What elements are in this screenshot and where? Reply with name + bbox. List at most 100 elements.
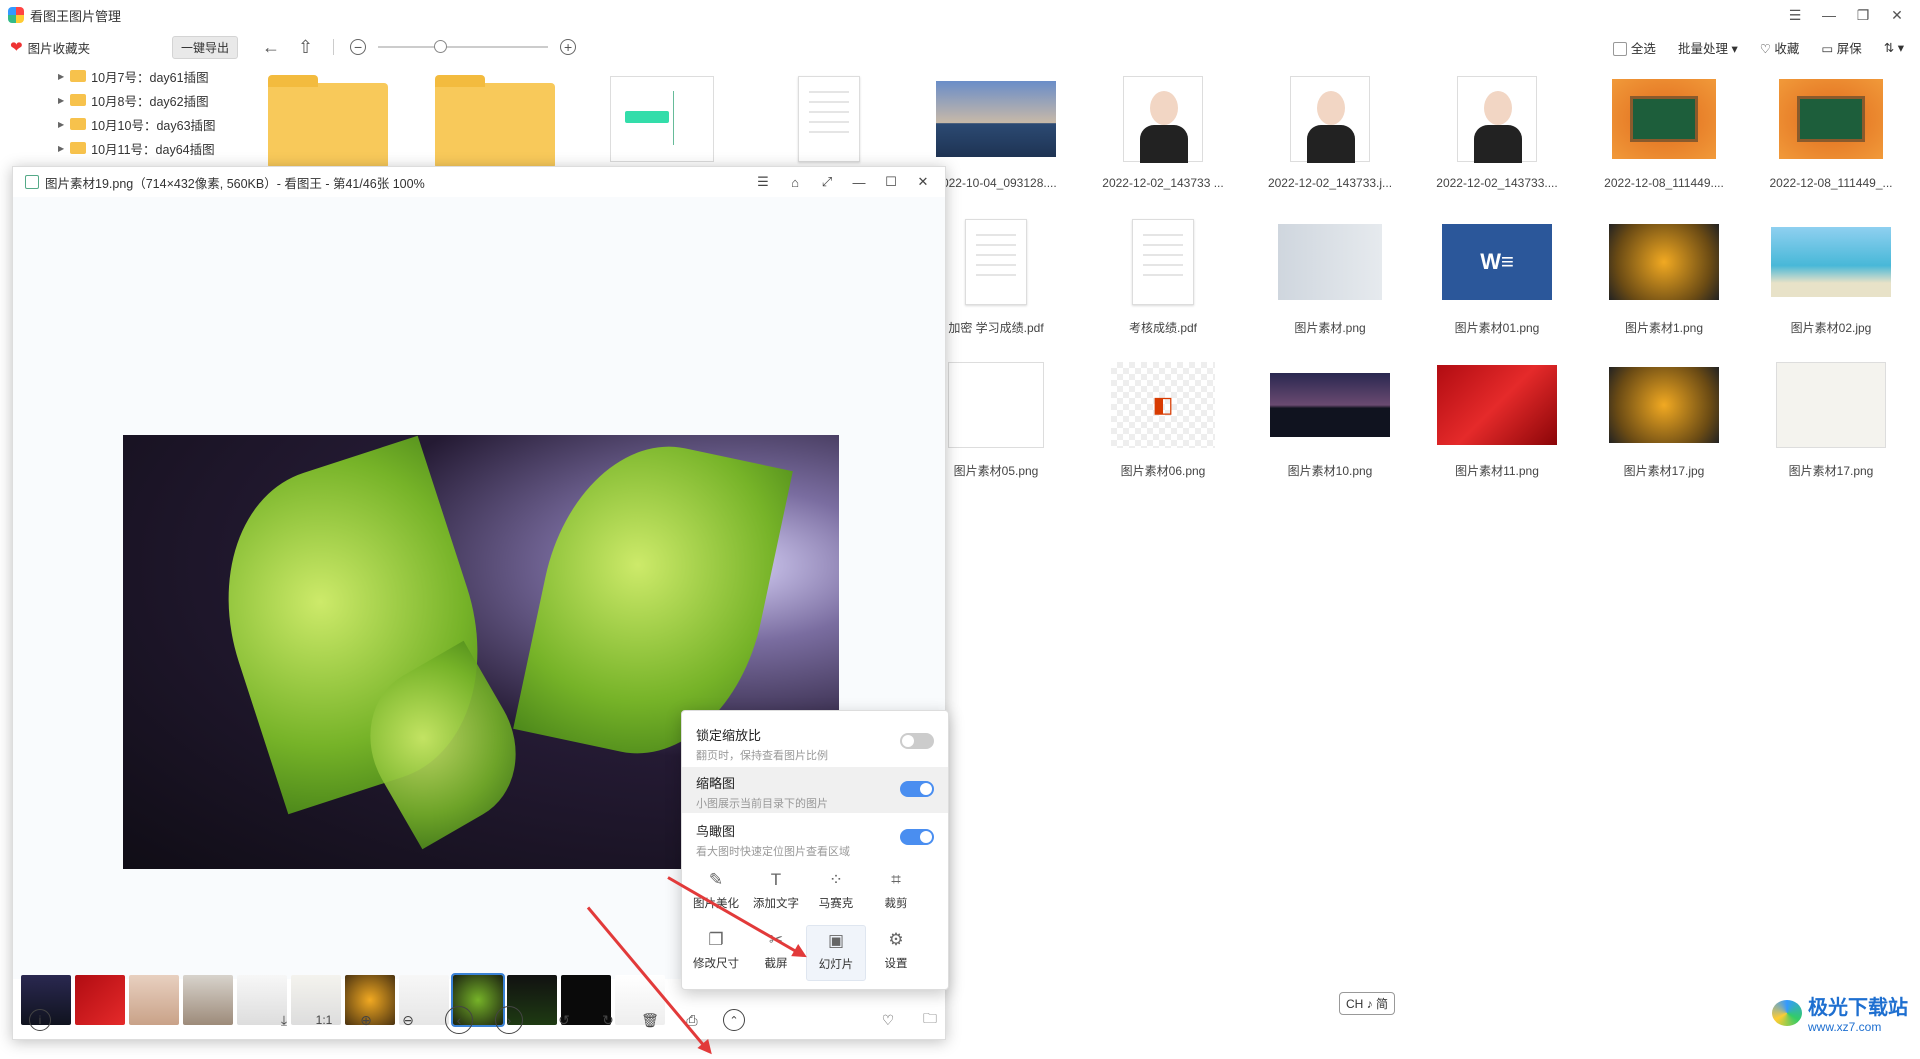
file-name: 图片素材05.png: [953, 464, 1039, 478]
grid-item[interactable]: 图片素材17.png: [1761, 350, 1901, 492]
grid-item[interactable]: 图片素材17.jpg: [1594, 350, 1734, 492]
favorite-icon[interactable]: ♡: [877, 1009, 899, 1031]
expand-icon[interactable]: ▶: [58, 96, 64, 105]
grid-item[interactable]: 图片素材05.png: [926, 350, 1066, 492]
grid-item[interactable]: W≡ 图片素材01.png: [1427, 207, 1567, 349]
file-name: 2022-10-04_093128....: [935, 176, 1057, 190]
close-button[interactable]: ✕: [1880, 0, 1914, 30]
zoom-in-icon[interactable]: +: [560, 39, 577, 55]
tool-text[interactable]: T 添加文字: [746, 865, 806, 921]
grid-item[interactable]: 2022-12-02_143733.j...: [1260, 64, 1400, 206]
viewer-maximize-button[interactable]: ☐: [875, 167, 907, 197]
thumbnail-option[interactable]: 缩略图 小图展示当前目录下的图片: [682, 767, 948, 813]
up-folder-icon[interactable]: ⇧: [298, 37, 313, 58]
app-logo-icon: [8, 7, 24, 23]
thumbnail-image: [1604, 74, 1724, 164]
grid-item[interactable]: 图片素材10.png: [1260, 350, 1400, 492]
zoom-in-icon[interactable]: ⊕: [355, 1009, 377, 1031]
grid-item[interactable]: 2022-12-08_111449....: [1594, 64, 1734, 206]
batch-dropdown[interactable]: 批量处理 ▾: [1678, 38, 1738, 57]
maximize-button[interactable]: ❐: [1846, 0, 1880, 30]
rotate-right-icon[interactable]: ↻: [597, 1009, 619, 1031]
grid-item[interactable]: 图片素材11.png: [1427, 350, 1567, 492]
grid-item[interactable]: 图片素材.png: [1260, 207, 1400, 349]
next-icon[interactable]: ›: [495, 1006, 523, 1034]
select-all-checkbox[interactable]: 全选: [1612, 38, 1656, 57]
sort-dropdown[interactable]: ⇅ ▾: [1884, 40, 1904, 55]
export-button[interactable]: 一键导出: [172, 35, 239, 59]
file-name: 图片素材10.png: [1287, 464, 1373, 478]
grid-item[interactable]: 加密 学习成绩.pdf: [926, 207, 1066, 349]
delete-icon[interactable]: 🗑: [639, 1009, 661, 1031]
tree-item[interactable]: ▶ 10月10号：day63插图: [0, 112, 230, 136]
grid-item[interactable]: 图片素材02.jpg: [1761, 207, 1901, 349]
viewer-menu-icon[interactable]: ☰: [747, 167, 779, 197]
thumbnail-image: [1270, 360, 1390, 450]
tool-mosaic[interactable]: ⁘ 马赛克: [806, 865, 866, 921]
file-name: 图片素材01.png: [1454, 321, 1540, 335]
grid-item[interactable]: 图片素材1.png: [1594, 207, 1734, 349]
favorites-link[interactable]: ❤ 图片收藏夹: [10, 38, 160, 57]
tree-item[interactable]: ▶ 10月8号：day62插图: [0, 88, 230, 112]
expand-icon[interactable]: ▶: [58, 72, 64, 81]
menu-button[interactable]: ☰: [1778, 0, 1812, 30]
option-description: 小图展示当前目录下的图片: [696, 798, 828, 810]
thumbnail-size-slider[interactable]: [378, 40, 549, 53]
tree-item[interactable]: ▶ 10月11号：day64插图: [0, 136, 230, 160]
thumbnail-image: [1771, 360, 1891, 450]
grid-item[interactable]: ◧ 图片素材06.png: [1093, 350, 1233, 492]
screensaver-button[interactable]: ▭ 屏保: [1821, 38, 1861, 57]
minimize-button[interactable]: —: [1812, 0, 1846, 30]
heart-outline-icon: ♡: [1759, 41, 1771, 56]
info-icon[interactable]: i: [29, 1009, 51, 1031]
file-name: 考核成绩.pdf: [1128, 321, 1198, 335]
zoom-out-icon[interactable]: ⊖: [397, 1009, 419, 1031]
expand-icon[interactable]: ▶: [58, 120, 64, 129]
open-folder-icon[interactable]: 🗀: [919, 1009, 941, 1031]
skin-icon[interactable]: ⌂: [779, 167, 811, 197]
tool-slideshow[interactable]: ▣ 幻灯片: [806, 925, 866, 981]
tool-gear[interactable]: ⚙ 设置: [866, 925, 926, 981]
viewer-minimize-button[interactable]: —: [843, 167, 875, 197]
collect-button[interactable]: ♡ 收藏: [1760, 38, 1800, 57]
thumbnail-image: [1103, 217, 1223, 307]
tree-item[interactable]: ▶ 10月7号：day61插图: [0, 64, 230, 88]
grid-item[interactable]: 2022-10-04_093128....: [926, 64, 1066, 206]
lock-zoom-toggle[interactable]: [900, 733, 934, 749]
expand-icon[interactable]: ▶: [58, 144, 64, 153]
viewer-close-button[interactable]: ✕: [907, 167, 939, 197]
previous-icon[interactable]: ‹: [445, 1006, 473, 1034]
thumbnail-toggle[interactable]: [900, 781, 934, 797]
file-name: 加密 学习成绩.pdf: [948, 321, 1044, 335]
tree-item-label: 10月10号：day63插图: [91, 118, 216, 133]
image-file-icon: [25, 175, 39, 189]
lock-zoom-option[interactable]: 锁定缩放比 翻页时，保持查看图片比例: [682, 719, 948, 765]
back-arrow-icon[interactable]: ←: [262, 37, 280, 58]
grid-item[interactable]: 2022-12-08_111449_...: [1761, 64, 1901, 206]
fullscreen-icon[interactable]: ⤢: [811, 167, 843, 197]
tool-resize[interactable]: ❐ 修改尺寸: [686, 925, 746, 981]
grid-item[interactable]: 2022-12-02_143733 ...: [1093, 64, 1233, 206]
actual-size-button[interactable]: 1:1: [313, 1009, 335, 1031]
thumbnail-image: [1771, 217, 1891, 307]
birds-eye-toggle[interactable]: [900, 829, 934, 845]
file-name: 2022-12-08_111449_...: [1769, 176, 1893, 190]
more-tools-icon[interactable]: ⌃: [723, 1009, 745, 1031]
zoom-out-icon[interactable]: −: [350, 39, 367, 55]
grid-item[interactable]: 2022-12-02_143733....: [1427, 64, 1567, 206]
file-name: 图片素材1.png: [1624, 321, 1704, 335]
gear-icon: ⚙: [888, 930, 904, 949]
birds-eye-option[interactable]: 鸟瞰图 看大图时快速定位图片查看区域: [682, 815, 948, 861]
caret-down-icon: ▾: [1897, 40, 1904, 55]
screensaver-label: 屏保: [1836, 41, 1862, 56]
ime-indicator[interactable]: CH ♪ 简: [1339, 992, 1396, 1015]
slider-knob[interactable]: [434, 40, 448, 53]
file-name: 2022-12-02_143733....: [1436, 176, 1558, 190]
tree-item-label: 10月11号：day64插图: [91, 142, 215, 157]
rotate-left-icon[interactable]: ↺: [553, 1009, 575, 1031]
grid-item[interactable]: 考核成绩.pdf: [1093, 207, 1233, 349]
tool-crop[interactable]: ⌗ 裁剪: [866, 865, 926, 921]
download-icon[interactable]: ⤓: [273, 1009, 295, 1031]
main-toolbar: ❤ 图片收藏夹 一键导出 ← ⇧ − + 全选 批量处理 ▾ ♡ 收藏 ▭ 屏保…: [0, 30, 1920, 64]
thumbnail-image: [936, 74, 1056, 164]
